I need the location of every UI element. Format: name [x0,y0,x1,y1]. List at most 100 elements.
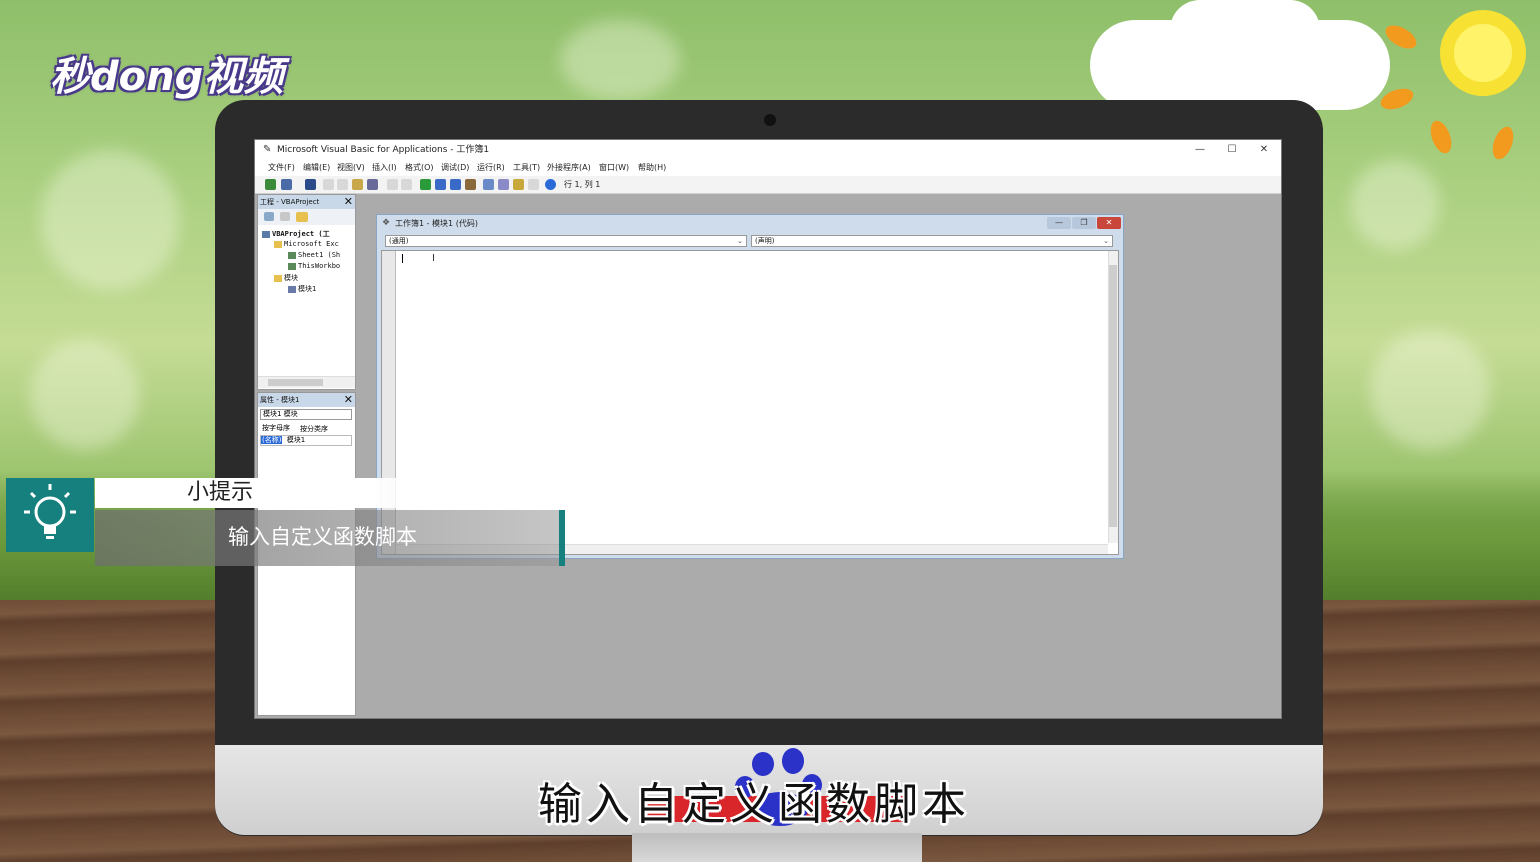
code-window-icon: ❖ [382,218,391,228]
view-code-icon[interactable] [264,212,274,221]
project-panel-toolbar [258,209,355,225]
help-icon[interactable] [545,179,556,190]
tree-item[interactable]: VBAProject (工 [262,229,330,239]
project-panel-header: 工程 - VBAProject ✕ [258,195,355,209]
tip-heading: 小提示 [187,480,254,505]
tree-item[interactable]: 模块1 [288,284,316,294]
find-icon[interactable] [367,179,378,190]
project-explorer-icon[interactable] [483,179,494,190]
close-button[interactable]: ✕ [1249,140,1279,160]
tip-body: 输入自定义函数脚本 [228,525,417,549]
properties-panel-header: 属性 - 模块1 ✕ [258,393,355,407]
folder-icon [274,240,282,248]
window-titlebar[interactable]: ✎ Microsoft Visual Basic for Application… [255,140,1281,160]
maximize-button[interactable]: ☐ [1217,140,1247,160]
project-icon [262,230,270,238]
sun-ray [1488,123,1518,163]
reset-icon[interactable] [450,179,461,190]
menu-view[interactable]: 视图(V) [337,160,365,176]
cloud [1170,0,1320,60]
tab-categorized[interactable]: 按分类序 [300,424,328,434]
run-icon[interactable] [420,179,431,190]
menu-bar: 文件(F) 编辑(E) 视图(V) 插入(I) 格式(O) 调试(D) 运行(R… [255,160,1281,176]
scroll-thumb[interactable] [268,379,323,386]
project-hscroll[interactable] [258,376,355,388]
menu-edit[interactable]: 编辑(E) [303,160,330,176]
project-panel-title: 工程 - VBAProject [260,198,320,206]
tree-item[interactable]: Sheet1 (Sh [288,251,340,259]
bokeh-light [560,20,680,100]
procedure-combo[interactable]: (声明) ⌄ [751,235,1113,247]
webcam-icon [764,114,776,126]
tree-item[interactable]: 模块 [274,273,298,283]
tip-header-bar [95,478,495,508]
minimize-button[interactable]: — [1185,140,1215,160]
sheet-icon [288,251,296,259]
object-select[interactable]: 模块1 模块 [260,409,352,420]
monitor-stand [632,833,922,862]
ibeam-cursor-icon: I [432,253,435,264]
menu-debug[interactable]: 调试(D) [441,160,469,176]
cut-icon[interactable] [323,179,334,190]
object-browser-icon[interactable] [513,179,524,190]
sun-ray [1426,117,1456,157]
window-title: Microsoft Visual Basic for Applications … [277,145,490,155]
design-mode-icon[interactable] [465,179,476,190]
bokeh-light [1350,160,1440,250]
menu-help[interactable]: 帮助(H) [638,160,666,176]
excel-view-icon[interactable] [265,179,276,190]
code-minimize-button[interactable]: — [1047,217,1071,229]
insert-module-icon[interactable] [281,179,292,190]
close-icon[interactable]: ✕ [344,195,353,209]
redo-icon[interactable] [401,179,412,190]
sun-ray [1377,84,1417,114]
text-caret [402,254,403,263]
tree-item[interactable]: Microsoft Exc [274,240,339,248]
video-subtitle: 输入自定义函数脚本 [538,779,970,830]
close-icon[interactable]: ✕ [344,393,353,407]
object-combo[interactable]: (通用) ⌄ [385,235,747,247]
code-vscroll[interactable] [1108,251,1118,543]
project-explorer-panel: 工程 - VBAProject ✕ VBAProject (工 Microsof… [257,194,356,390]
module-icon [288,285,296,293]
chevron-down-icon: ⌄ [1103,237,1109,245]
break-icon[interactable] [435,179,446,190]
tree-item[interactable]: ThisWorkbo [288,262,340,270]
undo-icon[interactable] [387,179,398,190]
toolbox-icon[interactable] [528,179,539,190]
property-row[interactable]: (名称) 模块1 [260,435,352,446]
menu-window[interactable]: 窗口(W) [599,160,629,176]
folder-icon [274,274,282,282]
workbook-icon [288,262,296,270]
tip-icon-box [6,478,94,552]
lightbulb-icon [24,484,76,539]
toggle-folders-icon[interactable] [296,212,308,222]
code-window-title: 工作簿1 - 模块1 (代码) [395,219,478,228]
chevron-down-icon: ⌄ [737,237,743,245]
bokeh-light [1370,330,1490,450]
scroll-thumb[interactable] [1109,265,1117,527]
sun-icon [1440,10,1526,96]
menu-addins[interactable]: 外接程序(A) [547,160,591,176]
tab-alphabetic[interactable]: 按字母序 [262,423,290,433]
property-value[interactable]: 模块1 [287,436,305,444]
menu-format[interactable]: 格式(O) [405,160,434,176]
code-close-button[interactable]: ✕ [1097,217,1121,229]
property-name: (名称) [261,436,283,444]
margin-indicator-bar[interactable] [382,251,396,554]
menu-file[interactable]: 文件(F) [268,160,295,176]
menu-run[interactable]: 运行(R) [477,160,505,176]
standard-toolbar: 行 1, 列 1 [255,176,1281,194]
properties-panel-title: 属性 - 模块1 [260,396,300,404]
sun-ray [1381,20,1421,54]
properties-icon[interactable] [498,179,509,190]
save-icon[interactable] [305,179,316,190]
channel-logo: 秒dong视频 [50,54,284,100]
code-restore-button[interactable]: ❐ [1072,217,1096,229]
menu-insert[interactable]: 插入(I) [372,160,397,176]
paste-icon[interactable] [352,179,363,190]
bokeh-light [30,340,140,450]
view-object-icon[interactable] [280,212,290,221]
menu-tools[interactable]: 工具(T) [513,160,540,176]
copy-icon[interactable] [337,179,348,190]
